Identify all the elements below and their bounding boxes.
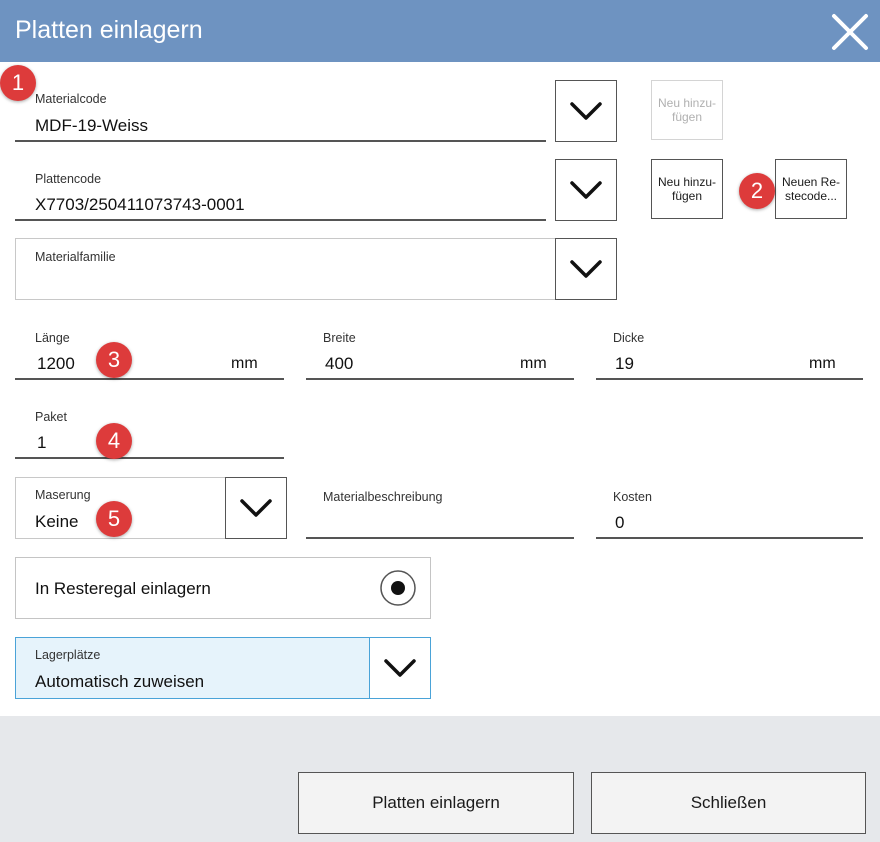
- neu-hinzufuegen-material-button[interactable]: Neu hinzu-fügen: [651, 80, 723, 140]
- maserung-dropdown-button[interactable]: [225, 477, 287, 539]
- paket-underline: [15, 457, 284, 459]
- breite-underline: [306, 378, 574, 380]
- platten-einlagern-dialog: Platten einlagern Materialcode MDF-19-We…: [0, 0, 880, 842]
- dialog-footer: Platten einlagern Schließen: [0, 716, 880, 842]
- materialfamilie-label: Materialfamilie: [35, 250, 116, 264]
- annotation-badge-1: 1: [0, 65, 36, 101]
- materialbeschreibung-label: Materialbeschreibung: [323, 490, 443, 504]
- kosten-underline: [596, 537, 863, 539]
- laenge-value[interactable]: 1200: [37, 354, 75, 374]
- breite-unit: mm: [520, 355, 547, 372]
- neu-hinzufuegen-platte-line2: fügen: [671, 189, 703, 203]
- lagerplaetze-dropdown-button[interactable]: [369, 637, 431, 699]
- materialbeschreibung-underline: [306, 537, 574, 539]
- radio-selected-icon[interactable]: [379, 569, 417, 607]
- plattencode-underline: [15, 219, 546, 221]
- breite-label: Breite: [323, 331, 356, 345]
- annotation-badge-2: 2: [739, 173, 775, 209]
- plattencode-value[interactable]: X7703/250411073743-0001: [35, 195, 245, 215]
- paket-value[interactable]: 1: [37, 433, 46, 453]
- neu-hinzufuegen-material-line2: fügen: [671, 110, 703, 124]
- dicke-label: Dicke: [613, 331, 645, 345]
- materialcode-value[interactable]: MDF-19-Weiss: [35, 116, 148, 136]
- paket-label: Paket: [35, 410, 67, 424]
- chevron-down-icon: [240, 499, 272, 517]
- dialog-title: Platten einlagern: [15, 16, 203, 44]
- dialog-titlebar: Platten einlagern: [0, 0, 880, 62]
- chevron-down-icon: [384, 659, 416, 677]
- lagerplaetze-value: Automatisch zuweisen: [35, 672, 205, 691]
- annotation-badge-5: 5: [96, 501, 132, 537]
- laenge-underline: [15, 378, 284, 380]
- lagerplaetze-field[interactable]: Lagerplätze Automatisch zuweisen: [15, 637, 371, 699]
- chevron-down-icon: [570, 102, 602, 120]
- close-icon[interactable]: [830, 12, 870, 52]
- plattencode-dropdown-button[interactable]: [555, 159, 617, 221]
- laenge-label: Länge: [35, 331, 70, 345]
- neu-hinzufuegen-material-line1: Neu hinzu-: [657, 96, 717, 110]
- materialcode-dropdown-button[interactable]: [555, 80, 617, 142]
- materialcode-label: Materialcode: [35, 92, 107, 106]
- materialfamilie-dropdown-button[interactable]: [555, 238, 617, 300]
- resteregal-label: In Resteregal einlagern: [35, 579, 211, 598]
- chevron-down-icon: [570, 260, 602, 278]
- lagerplaetze-label: Lagerplätze: [35, 648, 101, 662]
- kosten-value[interactable]: 0: [615, 513, 624, 533]
- materialcode-underline: [15, 140, 546, 142]
- chevron-down-icon: [570, 181, 602, 199]
- maserung-value: Keine: [35, 512, 79, 531]
- annotation-badge-3: 3: [96, 342, 132, 378]
- neuen-restecode-button[interactable]: Neuen Re-stecode...: [775, 159, 847, 219]
- materialfamilie-field[interactable]: Materialfamilie: [15, 238, 557, 300]
- platten-einlagern-button[interactable]: Platten einlagern: [298, 772, 574, 834]
- resteregal-toggle[interactable]: In Resteregal einlagern: [15, 557, 431, 619]
- dicke-unit: mm: [809, 355, 836, 372]
- plattencode-label: Plattencode: [35, 172, 102, 186]
- dicke-value[interactable]: 19: [615, 354, 634, 374]
- neu-hinzufuegen-platte-line1: Neu hinzu-: [657, 175, 717, 189]
- neuen-restecode-line2: stecode...: [784, 189, 838, 203]
- kosten-label: Kosten: [613, 490, 652, 504]
- schliessen-button[interactable]: Schließen: [591, 772, 866, 834]
- maserung-label: Maserung: [35, 488, 91, 502]
- laenge-unit: mm: [231, 355, 258, 372]
- annotation-badge-4: 4: [96, 423, 132, 459]
- dicke-underline: [596, 378, 863, 380]
- neu-hinzufuegen-platte-button[interactable]: Neu hinzu-fügen: [651, 159, 723, 219]
- breite-value[interactable]: 400: [325, 354, 353, 374]
- neuen-restecode-line1: Neuen Re-: [781, 175, 841, 189]
